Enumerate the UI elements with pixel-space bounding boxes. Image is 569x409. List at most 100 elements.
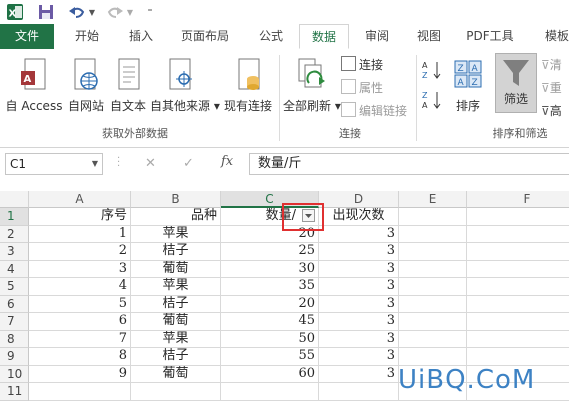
cell-a2[interactable]: 1 bbox=[29, 225, 131, 243]
cell-a3[interactable]: 2 bbox=[29, 243, 131, 261]
column-header-e[interactable]: E bbox=[399, 191, 467, 208]
filter-button[interactable]: 筛选 bbox=[495, 53, 537, 113]
tab-home[interactable]: 开始 bbox=[62, 24, 112, 49]
column-header-a[interactable]: A bbox=[29, 191, 131, 208]
name-box[interactable]: C1 ▼ bbox=[5, 153, 103, 175]
row-header[interactable]: 1 bbox=[0, 208, 29, 226]
select-all-corner[interactable] bbox=[0, 191, 29, 208]
sort-descending-button[interactable]: ZA bbox=[421, 89, 443, 111]
cell-b5[interactable]: 苹果 bbox=[131, 278, 221, 296]
row-header[interactable]: 8 bbox=[0, 330, 29, 348]
save-icon[interactable] bbox=[37, 3, 55, 21]
refresh-all-button[interactable]: 全部刷新 ▾ bbox=[283, 55, 341, 125]
cell-d7[interactable]: 3 bbox=[319, 313, 399, 331]
undo-dropdown-icon[interactable]: ▼ bbox=[88, 3, 96, 21]
tab-insert[interactable]: 插入 bbox=[116, 24, 166, 49]
cell-d11[interactable] bbox=[319, 383, 399, 401]
cell-a6[interactable]: 5 bbox=[29, 295, 131, 313]
properties-button[interactable]: 属性 bbox=[341, 79, 383, 96]
sort-button[interactable]: ZAAZ 排序 bbox=[448, 55, 488, 125]
confirm-edit-icon[interactable]: ✓ bbox=[183, 156, 194, 171]
from-text-button[interactable]: 自文本 bbox=[108, 55, 148, 125]
cell-e2[interactable] bbox=[399, 225, 467, 243]
row-header[interactable]: 2 bbox=[0, 225, 29, 243]
cell-b7[interactable]: 葡萄 bbox=[131, 313, 221, 331]
cell-e3[interactable] bbox=[399, 243, 467, 261]
cell-c6[interactable]: 20 bbox=[221, 295, 319, 313]
cell-c4[interactable]: 30 bbox=[221, 260, 319, 278]
tab-templates[interactable]: 模板 bbox=[534, 24, 569, 49]
column-header-b[interactable]: B bbox=[131, 191, 221, 208]
redo-dropdown-icon[interactable]: ▼ bbox=[126, 3, 134, 21]
cell-b4[interactable]: 葡萄 bbox=[131, 260, 221, 278]
redo-icon[interactable] bbox=[106, 3, 124, 21]
cell-a4[interactable]: 3 bbox=[29, 260, 131, 278]
cell-d1[interactable]: 出现次数 bbox=[319, 208, 399, 226]
cell-a11[interactable] bbox=[29, 383, 131, 401]
connections-button[interactable]: 连接 bbox=[341, 56, 383, 73]
column-header-f[interactable]: F bbox=[467, 191, 569, 208]
cell-a7[interactable]: 6 bbox=[29, 313, 131, 331]
row-header[interactable]: 7 bbox=[0, 313, 29, 331]
tab-pdf-tools[interactable]: PDF工具 bbox=[457, 24, 523, 49]
clear-filter-button[interactable]: ⊽清 bbox=[541, 56, 562, 73]
cell-c5[interactable]: 35 bbox=[221, 278, 319, 296]
filter-dropdown-button[interactable] bbox=[302, 209, 315, 222]
cell-f6[interactable] bbox=[467, 296, 569, 313]
row-header[interactable]: 3 bbox=[0, 243, 29, 261]
cell-f7[interactable] bbox=[467, 313, 569, 331]
cell-c3[interactable]: 25 bbox=[221, 243, 319, 261]
cell-b9[interactable]: 桔子 bbox=[131, 348, 221, 366]
sort-ascending-button[interactable]: AZ bbox=[421, 59, 443, 81]
row-header[interactable]: 6 bbox=[0, 295, 29, 313]
cell-d10[interactable]: 3 bbox=[319, 365, 399, 383]
cell-b1[interactable]: 品种 bbox=[131, 208, 221, 226]
name-box-dropdown-icon[interactable]: ▼ bbox=[92, 154, 98, 174]
tab-view[interactable]: 视图 bbox=[406, 24, 452, 49]
row-header[interactable]: 11 bbox=[0, 383, 29, 401]
cancel-edit-icon[interactable]: ✕ bbox=[145, 156, 156, 171]
cell-f3[interactable] bbox=[467, 243, 569, 261]
cell-e6[interactable] bbox=[399, 295, 467, 313]
row-header[interactable]: 5 bbox=[0, 278, 29, 296]
cell-b10[interactable]: 葡萄 bbox=[131, 365, 221, 383]
tab-file[interactable]: 文件 bbox=[0, 24, 54, 49]
cell-a9[interactable]: 8 bbox=[29, 348, 131, 366]
cell-f1[interactable] bbox=[467, 208, 569, 226]
cell-e9[interactable] bbox=[399, 348, 467, 366]
existing-connections-button[interactable]: 现有连接 bbox=[220, 55, 276, 125]
insert-function-icon[interactable]: fx bbox=[221, 154, 233, 169]
row-header[interactable]: 10 bbox=[0, 365, 29, 383]
cell-e8[interactable] bbox=[399, 330, 467, 348]
cell-d3[interactable]: 3 bbox=[319, 243, 399, 261]
cell-e4[interactable] bbox=[399, 260, 467, 278]
reapply-filter-button[interactable]: ⊽重 bbox=[541, 79, 562, 96]
row-header[interactable]: 9 bbox=[0, 348, 29, 366]
cell-b6[interactable]: 桔子 bbox=[131, 295, 221, 313]
cell-b3[interactable]: 桔子 bbox=[131, 243, 221, 261]
cell-a10[interactable]: 9 bbox=[29, 365, 131, 383]
cell-a1[interactable]: 序号 bbox=[29, 208, 131, 226]
formula-input[interactable]: 数量/斤 bbox=[249, 153, 569, 175]
cell-c10[interactable]: 60 bbox=[221, 365, 319, 383]
cell-a5[interactable]: 4 bbox=[29, 278, 131, 296]
cell-c8[interactable]: 50 bbox=[221, 330, 319, 348]
cell-e7[interactable] bbox=[399, 313, 467, 331]
cell-b8[interactable]: 苹果 bbox=[131, 330, 221, 348]
from-web-button[interactable]: 自网站 bbox=[66, 55, 106, 125]
cell-b11[interactable] bbox=[131, 383, 221, 401]
from-other-sources-button[interactable]: 自其他来源 ▾ bbox=[150, 55, 220, 125]
from-access-button[interactable]: A 自 Access bbox=[4, 55, 64, 125]
cell-d4[interactable]: 3 bbox=[319, 260, 399, 278]
cell-e5[interactable] bbox=[399, 278, 467, 296]
cell-d5[interactable]: 3 bbox=[319, 278, 399, 296]
column-header-d[interactable]: D bbox=[319, 191, 399, 208]
cell-c11[interactable] bbox=[221, 383, 319, 401]
cell-f5[interactable] bbox=[467, 278, 569, 296]
cell-e1[interactable] bbox=[399, 208, 467, 226]
tab-data[interactable]: 数据 bbox=[299, 24, 349, 49]
tab-review[interactable]: 审阅 bbox=[354, 24, 400, 49]
cell-b2[interactable]: 苹果 bbox=[131, 225, 221, 243]
edit-links-button[interactable]: 编辑链接 bbox=[341, 102, 407, 119]
cell-d6[interactable]: 3 bbox=[319, 295, 399, 313]
